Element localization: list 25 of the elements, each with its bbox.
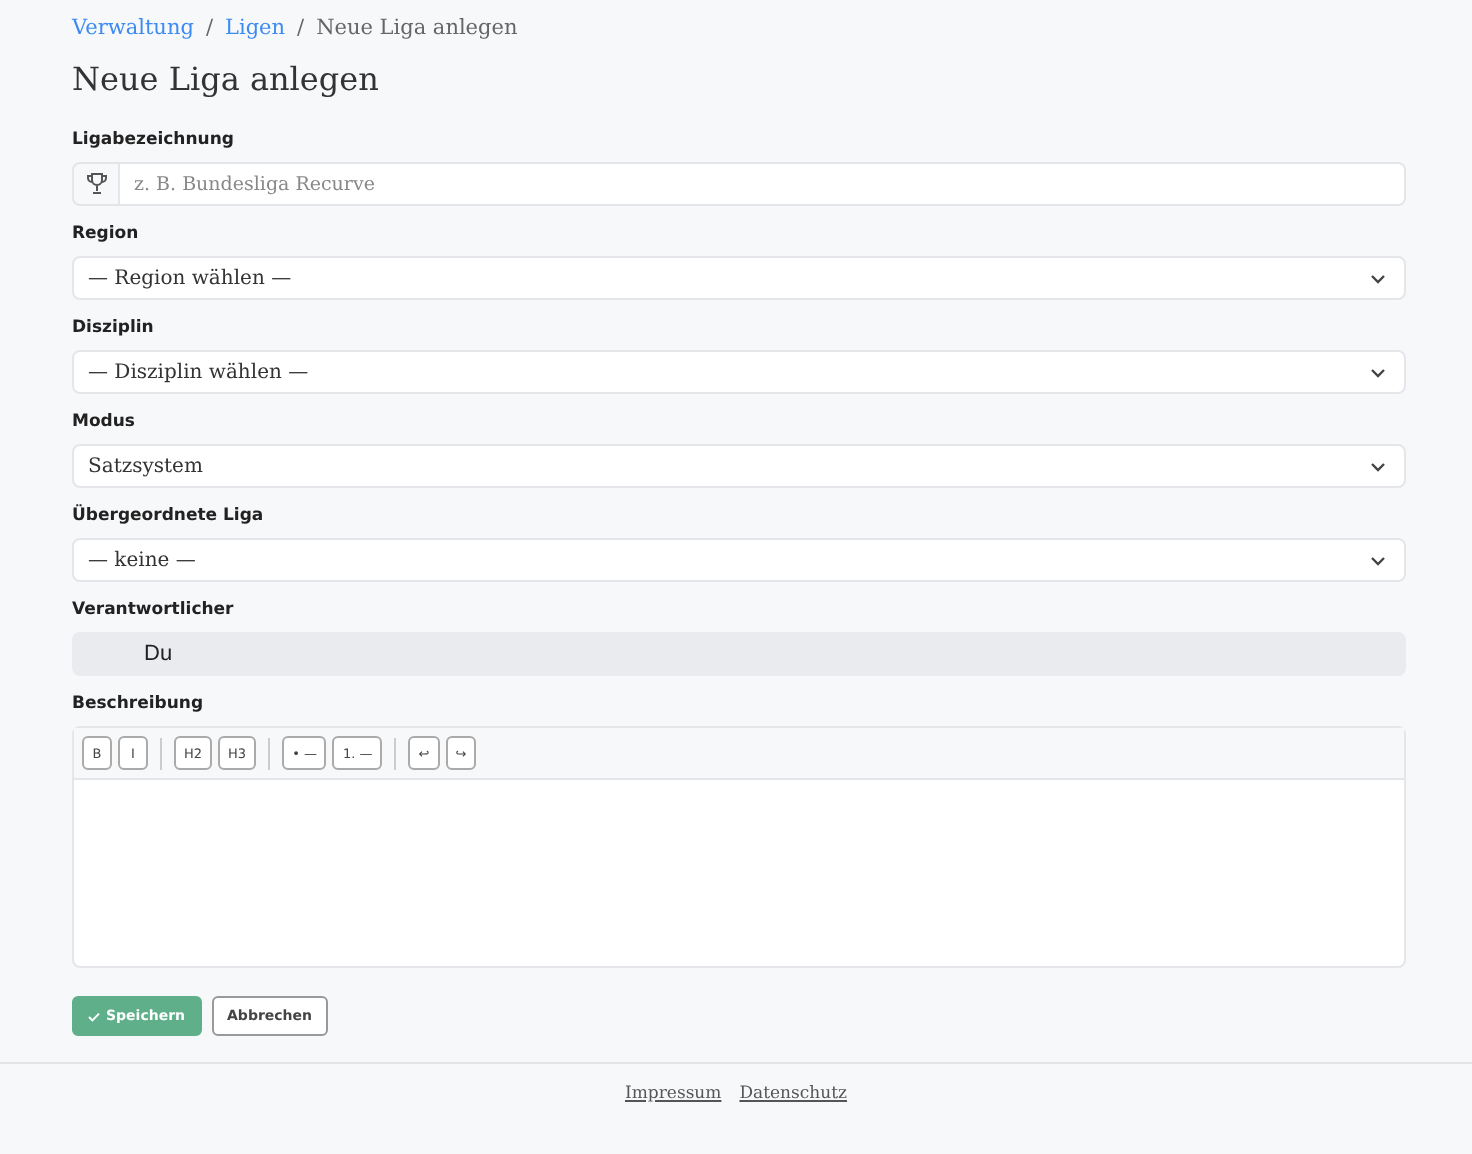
field-label: Verantwortlicher <box>72 600 236 620</box>
breadcrumb-separator: / <box>205 16 213 40</box>
breadcrumb-current: Neue Liga anlegen <box>316 16 518 40</box>
field-label: Ligabezeichnung <box>72 130 236 150</box>
footer-link[interactable]: Impressum <box>625 1084 722 1104</box>
select-field[interactable]: Satzsystem <box>72 444 1406 488</box>
select-field[interactable]: — Disziplin wählen — <box>72 350 1406 394</box>
chevron-down-icon <box>1370 461 1386 471</box>
trophy-icon <box>85 172 107 196</box>
select-field[interactable]: — Region wählen — <box>72 256 1406 300</box>
readonly-field: Du <box>72 632 1406 676</box>
chevron-down-icon <box>1370 367 1386 377</box>
field-label: Beschreibung <box>72 694 206 714</box>
name-input-field[interactable]: z. B. Bundesliga Recurve <box>120 162 1406 206</box>
check-icon <box>88 1011 100 1021</box>
select-field[interactable]: — keine — <box>72 538 1406 582</box>
field-label: Disziplin <box>72 318 156 338</box>
chevron-down-icon <box>1370 273 1386 283</box>
field-label: Region <box>72 224 141 244</box>
chevron-down-icon <box>1370 555 1386 565</box>
field-label: Übergeordnete Liga <box>72 506 266 526</box>
footer-link[interactable]: Datenschutz <box>739 1084 847 1104</box>
field-label: Modus <box>72 412 137 432</box>
breadcrumb-separator: / <box>297 16 305 40</box>
page-title: Neue Liga anlegen <box>72 60 381 98</box>
